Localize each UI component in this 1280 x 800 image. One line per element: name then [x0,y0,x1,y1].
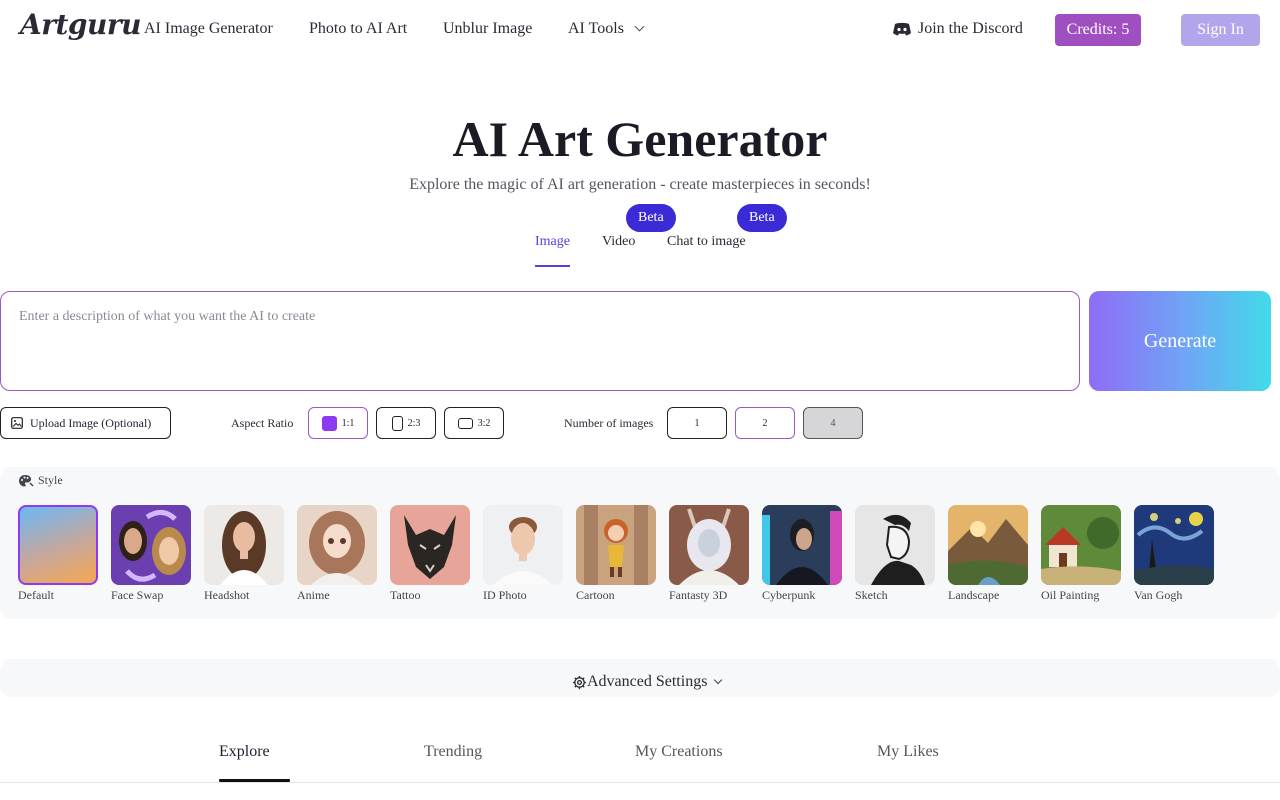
style-fantasy-3d-thumb [669,505,749,585]
style-tattoo-label: Tattoo [390,588,421,602]
style-tattoo-thumb [390,505,470,585]
num-images-1-button[interactable]: 1 [667,407,727,439]
tab-trending[interactable]: Trending [424,743,482,761]
ratio-1-1-button[interactable]: 1:1 [308,407,368,439]
video-beta-badge: Beta [626,204,676,232]
tab-explore[interactable]: Explore [219,743,270,761]
style-fantasy-3d-label: Fantasty 3D [669,588,728,602]
style-cyberpunk-label: Cyberpunk [762,588,816,602]
join-discord-label: Join the Discord [918,20,1023,37]
style-face-swap-label: Face Swap [111,588,164,602]
style-headshot-thumb [204,505,284,585]
ratio-3-2-label: 3:2 [477,417,491,429]
tab-my-likes[interactable]: My Likes [877,743,939,761]
nav-photo-to-ai-art[interactable]: Photo to AI Art [309,20,407,38]
prompt-input[interactable] [19,309,1061,373]
style-oil-painting[interactable]: Oil Painting [1041,505,1121,603]
tabs-divider [0,782,1280,783]
style-anime[interactable]: Anime [297,505,377,603]
style-id-photo[interactable]: ID Photo [483,505,563,603]
style-tattoo[interactable]: Tattoo [390,505,470,603]
style-oil-painting-thumb [1041,505,1121,585]
nav-ai-image-generator[interactable]: AI Image Generator [144,20,273,38]
style-anime-label: Anime [297,588,330,602]
style-heading: Style [18,473,63,488]
ratio-1-1-label: 1:1 [341,417,355,429]
advanced-settings-toggle[interactable]: Advanced Settings [572,673,723,691]
join-discord-link[interactable]: Join the Discord [892,20,1023,38]
page-subtitle: Explore the magic of AI art generation -… [409,176,871,193]
nav-ai-tools-dropdown[interactable]: AI Tools [568,20,645,38]
style-headshot-label: Headshot [204,588,250,602]
tab-my-creations[interactable]: My Creations [635,743,723,761]
chevron-down-icon [634,21,645,32]
active-tab-underline [535,265,570,267]
palette-icon [19,474,34,487]
portrait-ratio-icon [391,415,403,431]
gear-icon [572,675,587,689]
tab-image[interactable]: Image [535,234,570,250]
artguru-logo[interactable]: Artguru [20,8,141,41]
style-default-thumb [18,505,98,585]
nav-ai-tools-label: AI Tools [568,20,624,37]
style-sketch-thumb [855,505,935,585]
ratio-3-2-button[interactable]: 3:2 [444,407,504,439]
prompt-box [0,291,1080,391]
style-landscape[interactable]: Landscape [948,505,1028,603]
num-images-4-button[interactable]: 4 [803,407,863,439]
upload-image-label: Upload Image (Optional) [30,415,152,430]
style-cyberpunk[interactable]: Cyberpunk [762,505,842,603]
page-title: AI Art Generator [452,111,828,167]
style-van-gogh[interactable]: Van Gogh [1134,505,1214,603]
style-panel: Style Default Face Swap Headshot Anime T… [0,467,1280,619]
credits-button[interactable]: Credits: 5 [1055,14,1141,46]
style-cyberpunk-thumb [762,505,842,585]
style-van-gogh-label: Van Gogh [1134,588,1183,602]
style-heading-label: Style [38,473,63,487]
style-landscape-thumb [948,505,1028,585]
nav-unblur-image[interactable]: Unblur Image [443,20,532,38]
style-sketch-label: Sketch [855,588,888,602]
aspect-ratio-label: Aspect Ratio [231,416,294,430]
square-ratio-icon [321,415,337,431]
style-fantasy-3d[interactable]: Fantasty 3D [669,505,749,603]
style-default-label: Default [18,588,54,602]
ratio-2-3-label: 2:3 [407,417,421,429]
style-landscape-label: Landscape [948,588,1000,602]
landscape-ratio-icon [457,417,473,429]
upload-image-button[interactable]: Upload Image (Optional) [0,407,171,439]
style-face-swap-thumb [111,505,191,585]
style-default[interactable]: Default [18,505,98,603]
style-id-photo-thumb [483,505,563,585]
discord-icon [893,22,911,36]
top-header: Artguru AI Image Generator Photo to AI A… [0,0,1280,60]
style-sketch[interactable]: Sketch [855,505,935,603]
style-id-photo-label: ID Photo [483,588,527,602]
num-images-2-button[interactable]: 2 [735,407,795,439]
tab-chat-to-image[interactable]: Chat to image [667,234,746,250]
style-headshot[interactable]: Headshot [204,505,284,603]
sign-in-button[interactable]: Sign In [1181,14,1260,46]
style-oil-painting-label: Oil Painting [1041,588,1100,602]
style-van-gogh-thumb [1134,505,1214,585]
number-of-images-label: Number of images [564,416,654,430]
tab-video[interactable]: Video [602,234,635,250]
generate-button[interactable]: Generate [1089,291,1271,391]
advanced-settings-label: Advanced Settings [587,673,708,690]
image-icon [11,417,23,429]
style-cartoon-label: Cartoon [576,588,615,602]
style-cartoon[interactable]: Cartoon [576,505,656,603]
style-anime-thumb [297,505,377,585]
style-cartoon-thumb [576,505,656,585]
chat-to-image-beta-badge: Beta [737,204,787,232]
style-face-swap[interactable]: Face Swap [111,505,191,603]
chevron-down-icon [714,675,723,685]
ratio-2-3-button[interactable]: 2:3 [376,407,436,439]
